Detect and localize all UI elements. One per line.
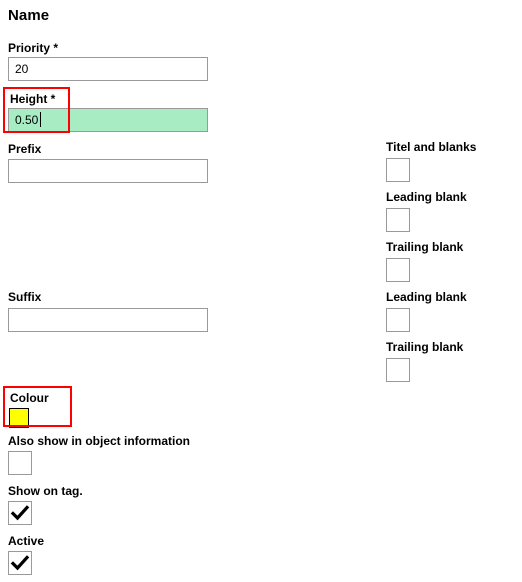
- text-caret: [40, 112, 41, 127]
- trailing-blank-label-2: Trailing blank: [386, 340, 464, 354]
- prefix-input[interactable]: [8, 159, 208, 183]
- titel-and-blanks-checkbox[interactable]: [386, 158, 410, 182]
- also-show-in-object-information-checkbox[interactable]: [8, 451, 32, 475]
- colour-swatch[interactable]: [9, 408, 29, 428]
- prefix-label: Prefix: [8, 142, 42, 156]
- height-input[interactable]: [8, 108, 208, 132]
- priority-label: Priority *: [8, 41, 59, 55]
- trailing-blank-checkbox-1[interactable]: [386, 258, 410, 282]
- leading-blank-checkbox-2[interactable]: [386, 308, 410, 332]
- colour-label: Colour: [10, 391, 49, 405]
- checkmark-icon: [10, 555, 30, 571]
- suffix-input[interactable]: [8, 308, 208, 332]
- suffix-label: Suffix: [8, 290, 42, 304]
- show-on-tag-checkbox[interactable]: [8, 501, 32, 525]
- also-show-in-object-information-label: Also show in object information: [8, 434, 191, 448]
- titel-and-blanks-label: Titel and blanks: [386, 140, 477, 154]
- leading-blank-label-2: Leading blank: [386, 290, 467, 304]
- active-label: Active: [8, 534, 45, 548]
- leading-blank-label-1: Leading blank: [386, 190, 467, 204]
- height-label: Height *: [10, 92, 56, 106]
- page-title: Name: [8, 7, 50, 24]
- trailing-blank-label-1: Trailing blank: [386, 240, 464, 254]
- trailing-blank-checkbox-2[interactable]: [386, 358, 410, 382]
- active-checkbox[interactable]: [8, 551, 32, 575]
- checkmark-icon: [10, 505, 30, 521]
- show-on-tag-label: Show on tag.: [8, 484, 83, 498]
- leading-blank-checkbox-1[interactable]: [386, 208, 410, 232]
- form-page: Name Priority * Height * Prefix Suffix C…: [0, 0, 522, 582]
- priority-input[interactable]: [8, 57, 208, 81]
